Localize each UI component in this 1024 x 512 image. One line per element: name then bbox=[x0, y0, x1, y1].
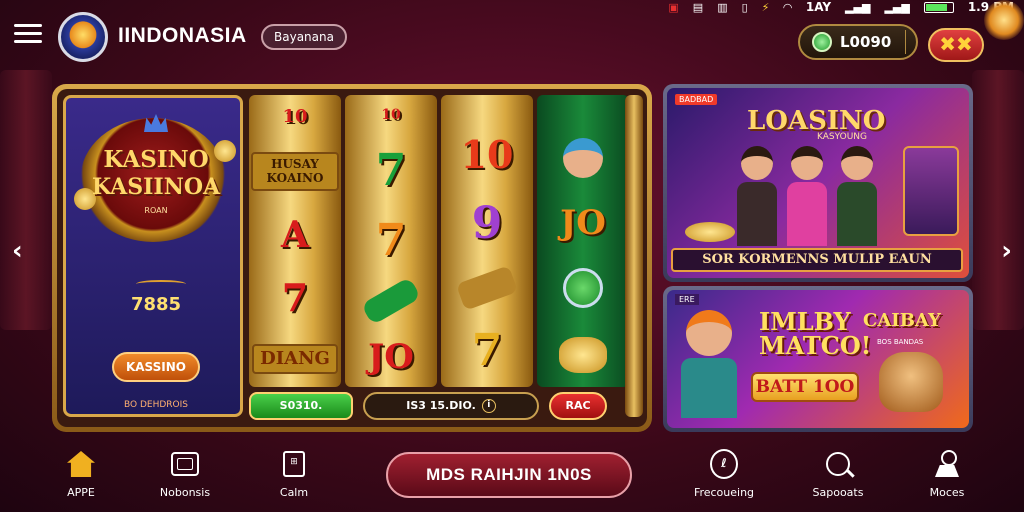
nav-label: Moces bbox=[929, 486, 965, 499]
control-bar: S0310. IS3 15.DIO. i RAC bbox=[249, 391, 629, 421]
slot-machine-icon bbox=[903, 146, 959, 236]
promo-subtitle: KASYOUNG bbox=[817, 132, 867, 142]
kasino-title-2: KASIINOA bbox=[91, 174, 221, 200]
nav-label: Frecoueing bbox=[693, 486, 755, 499]
app-logo bbox=[58, 12, 108, 62]
home-icon bbox=[67, 451, 95, 477]
promo-badge: BATT 1OO bbox=[751, 372, 859, 402]
reels: 10 HUSAY KOAINO A 7 DIANG 10 7 7 JO 10 9… bbox=[249, 95, 629, 387]
promo-title: IMLBY MATCO! bbox=[759, 307, 872, 360]
slot-machine: KASINO KASIINOA ROAN 7885 KASSINO BO DEH… bbox=[52, 84, 652, 432]
reel-2: 10 7 7 JO bbox=[345, 95, 437, 387]
kasino-button[interactable]: KASSINO bbox=[112, 352, 200, 382]
kasino-footer: BO DEHDROIS bbox=[124, 400, 188, 410]
reel-1: 10 HUSAY KOAINO A 7 DIANG bbox=[249, 95, 341, 387]
nav-label: Calm bbox=[279, 486, 309, 499]
calculator-icon: ⊞ bbox=[283, 451, 305, 477]
reel-4: JO bbox=[537, 95, 629, 387]
bet-display[interactable]: IS3 15.DIO. i bbox=[363, 392, 539, 420]
cta-button[interactable]: MDS RAIHJIN 1N0S bbox=[386, 452, 632, 498]
side-machine-right bbox=[972, 70, 1024, 330]
coins-pile-icon bbox=[559, 336, 607, 373]
balance-value: L0090 bbox=[840, 33, 892, 51]
box-icon bbox=[171, 452, 199, 476]
coin-icon bbox=[812, 32, 832, 52]
lamp-decoration bbox=[984, 0, 1024, 40]
kasino-subtitle: ROAN bbox=[144, 206, 168, 215]
user-icon bbox=[934, 450, 960, 478]
nav-item-nobonsis[interactable]: Nobonsis bbox=[145, 450, 225, 499]
reel-symbol: 10 bbox=[460, 132, 514, 178]
coins-icon bbox=[685, 222, 735, 242]
girl-character-illustration bbox=[677, 310, 741, 420]
bet-button[interactable]: S0310. bbox=[249, 392, 353, 420]
reel-symbol: A bbox=[281, 214, 309, 257]
bear-mascot-illustration bbox=[879, 352, 943, 412]
nav-item-calm[interactable]: ⊞ Calm bbox=[254, 450, 334, 499]
reel-symbol: 10 bbox=[381, 107, 401, 124]
language-button[interactable]: Bayanana bbox=[261, 24, 347, 50]
nav-item-sapooats[interactable]: Sapooats bbox=[798, 450, 878, 499]
reel-symbol: JO bbox=[368, 336, 414, 377]
promo-card-2[interactable]: ERE IMLBY MATCO! CAIBAY BOS BANDAS BATT … bbox=[663, 286, 973, 432]
nav-label: Sapooats bbox=[812, 486, 864, 499]
crown-icon bbox=[144, 114, 168, 132]
character-icon bbox=[563, 137, 603, 178]
reel-symbol: 7 bbox=[375, 144, 407, 196]
cash-icon bbox=[360, 276, 422, 326]
reel-symbol: 7 bbox=[375, 214, 407, 266]
balance-display[interactable]: L0090 bbox=[798, 24, 918, 60]
brand-name: IINDONASIA bbox=[118, 24, 247, 47]
promo-tag: ERE bbox=[675, 294, 699, 305]
reel-symbol: 9 bbox=[471, 197, 503, 249]
characters-illustration bbox=[737, 146, 877, 246]
promo-mini-text: BOS BANDAS bbox=[877, 338, 924, 346]
nav-item-appe[interactable]: APPE bbox=[41, 450, 121, 499]
nav-label: Nobonsis bbox=[159, 486, 211, 499]
jackpot-value: 7885 bbox=[130, 294, 182, 315]
search-icon bbox=[826, 452, 850, 476]
info-icon[interactable]: i bbox=[481, 399, 496, 413]
divider bbox=[905, 30, 907, 54]
reel-symbol: 7 bbox=[281, 275, 309, 321]
clock-icon: ℓ bbox=[710, 449, 738, 479]
close-button[interactable]: ✖✖ bbox=[928, 28, 984, 62]
reel-symbol: DIANG bbox=[252, 343, 338, 374]
frame-pillar bbox=[625, 95, 643, 417]
spin-button[interactable]: RAC bbox=[549, 392, 607, 420]
nav-label: APPE bbox=[67, 486, 95, 499]
reel-symbol: HUSAY KOAINO bbox=[251, 152, 339, 191]
reel-symbol: 10 bbox=[282, 106, 308, 128]
promo-tag: BADBAD bbox=[675, 94, 718, 105]
swoosh-decoration bbox=[136, 280, 186, 288]
chevron-right-icon[interactable]: › bbox=[1001, 236, 1012, 266]
side-machine-left bbox=[0, 70, 52, 330]
coin-icon bbox=[563, 268, 603, 309]
bet-amount: IS3 15.DIO. bbox=[406, 399, 476, 412]
reel-symbol: JO bbox=[560, 202, 606, 243]
nav-item-frecoueing[interactable]: ℓ Frecoueing bbox=[684, 449, 764, 499]
nav-item-moces[interactable]: Moces bbox=[907, 450, 987, 499]
promo-card-1[interactable]: BADBAD LOASINO KASYOUNG SOR KORMENNS MUL… bbox=[663, 84, 973, 282]
promo-caption: SOR KORMENNS MULIP EAUN bbox=[671, 248, 963, 272]
cash-stack-icon bbox=[455, 264, 519, 311]
kasino-title: KASINO bbox=[103, 146, 209, 173]
menu-icon[interactable] bbox=[14, 24, 42, 46]
kasino-card[interactable]: KASINO KASIINOA ROAN 7885 KASSINO BO DEH… bbox=[63, 95, 243, 417]
header: IINDONASIA Bayanana L0090 ✖✖ bbox=[0, 10, 1024, 62]
reel-3: 10 9 7 bbox=[441, 95, 533, 387]
chevron-left-icon[interactable]: ‹ bbox=[12, 236, 23, 266]
promo-title-2: CAIBAY bbox=[863, 310, 941, 331]
reel-symbol: 7 bbox=[471, 325, 503, 377]
